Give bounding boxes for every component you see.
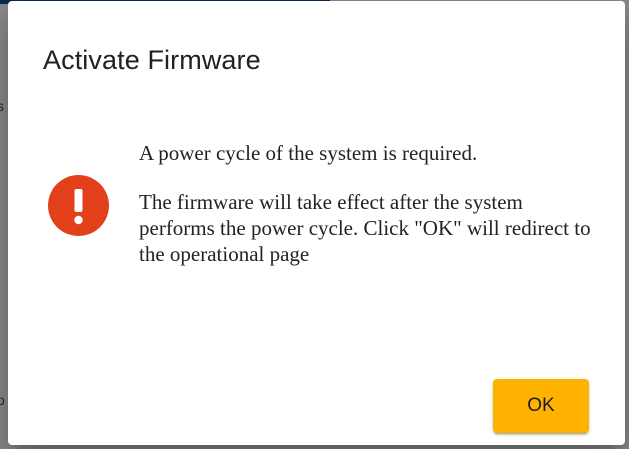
background-text: o [0, 392, 5, 408]
ok-button[interactable]: OK [493, 379, 589, 433]
alert-circle-icon [48, 175, 109, 236]
dialog-title: Activate Firmware [43, 45, 261, 75]
message-firmware-effect: The firmware will take effect after the … [139, 190, 591, 266]
activate-firmware-dialog: Activate Firmware A power cycle of the s… [8, 1, 625, 445]
background-text: s [0, 98, 4, 114]
message-power-cycle-required: A power cycle of the system is required. [139, 141, 478, 165]
dialog-message: A power cycle of the system is required.… [139, 140, 599, 267]
